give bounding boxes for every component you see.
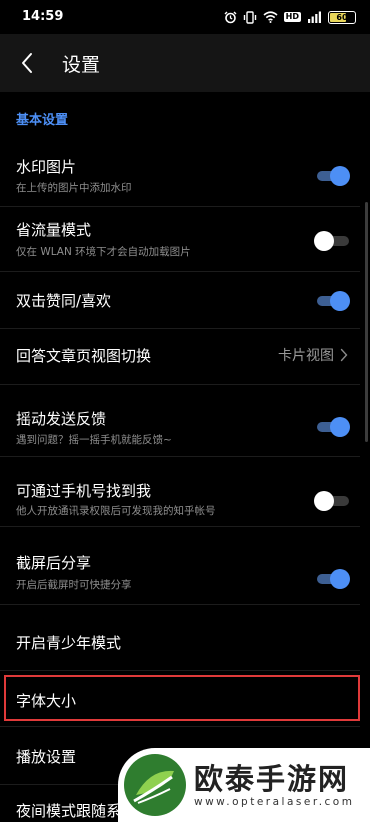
leaf-icon: [133, 770, 174, 804]
setting-row-teen-mode[interactable]: 开启青少年模式: [0, 605, 360, 671]
back-arrow-icon: [22, 53, 32, 73]
watermark-url: www.opteralaser.com: [194, 796, 355, 808]
setting-title: 摇动发送反馈: [16, 410, 107, 428]
watermark-toggle[interactable]: [314, 164, 350, 186]
setting-subtitle: 开启后截屏时可快捷分享: [16, 579, 132, 591]
back-button[interactable]: [12, 48, 42, 78]
data-saver-toggle[interactable]: [314, 229, 350, 251]
screenshot-share-toggle[interactable]: [314, 567, 350, 589]
find-by-phone-toggle[interactable]: [314, 489, 350, 511]
setting-title: 开启青少年模式: [16, 634, 122, 652]
setting-title: 双击赞同/喜欢: [16, 292, 112, 310]
setting-subtitle: 遇到问题？摇一摇手机就能反馈~: [16, 434, 172, 446]
settings-list[interactable]: 基本设置 水印图片 在上传的图片中添加水印 省流量模式 仅在 WLAN 环境下才…: [0, 92, 370, 822]
setting-title: 水印图片: [16, 158, 77, 176]
setting-row-double-tap-like[interactable]: 双击赞同/喜欢: [0, 272, 360, 329]
setting-subtitle: 他人开放通讯录权限后可发现我的知乎帐号: [16, 505, 216, 517]
top-app-bar: 设置: [0, 34, 370, 92]
vibrate-icon: [243, 10, 256, 24]
setting-title: 夜间模式跟随系: [16, 802, 122, 820]
chevron-right-icon: [340, 348, 348, 362]
setting-subtitle: 仅在 WLAN 环境下才会自动加载图片: [16, 246, 191, 258]
alarm-icon: [224, 11, 237, 23]
wifi-icon: [263, 11, 278, 23]
setting-row-shake-feedback[interactable]: 摇动发送反馈 遇到问题？摇一摇手机就能反馈~: [0, 385, 360, 457]
highlight-box: [4, 675, 360, 721]
view-switch-value: 卡片视图: [278, 345, 348, 365]
setting-title: 可通过手机号找到我: [16, 482, 152, 500]
watermark-brand: 欧泰手游网: [194, 762, 350, 796]
status-time: 14:59: [22, 9, 64, 24]
status-icons: HD 60: [224, 9, 356, 25]
battery-level: 60: [336, 12, 348, 22]
status-bar: 14:59 HD 60: [0, 0, 370, 34]
page-title: 设置: [62, 54, 101, 76]
shake-feedback-toggle[interactable]: [314, 415, 350, 437]
setting-row-data-saver[interactable]: 省流量模式 仅在 WLAN 环境下才会自动加载图片: [0, 207, 360, 272]
watermark-overlay: 欧泰手游网 www.opteralaser.com: [118, 748, 370, 822]
hd-badge: HD: [283, 12, 301, 22]
watermark-logo: [124, 754, 186, 816]
signal-icon: [308, 11, 321, 23]
section-header-basic: 基本设置: [16, 113, 69, 128]
setting-title: 播放设置: [16, 748, 77, 766]
setting-title: 省流量模式: [16, 221, 92, 239]
setting-row-view-switch[interactable]: 回答文章页视图切换 卡片视图: [0, 329, 360, 385]
setting-row-find-by-phone[interactable]: 可通过手机号找到我 他人开放通讯录权限后可发现我的知乎帐号: [0, 457, 360, 527]
setting-title: 截屏后分享: [16, 554, 92, 572]
scrollbar[interactable]: [365, 202, 368, 442]
double-tap-like-toggle[interactable]: [314, 289, 350, 311]
setting-title: 回答文章页视图切换: [16, 347, 152, 365]
battery-icon: 60: [328, 10, 356, 24]
setting-row-screenshot-share[interactable]: 截屏后分享 开启后截屏时可快捷分享: [0, 527, 360, 605]
setting-subtitle: 在上传的图片中添加水印: [16, 182, 132, 194]
setting-value: 卡片视图: [278, 348, 334, 364]
setting-row-watermark[interactable]: 水印图片 在上传的图片中添加水印: [0, 144, 360, 207]
